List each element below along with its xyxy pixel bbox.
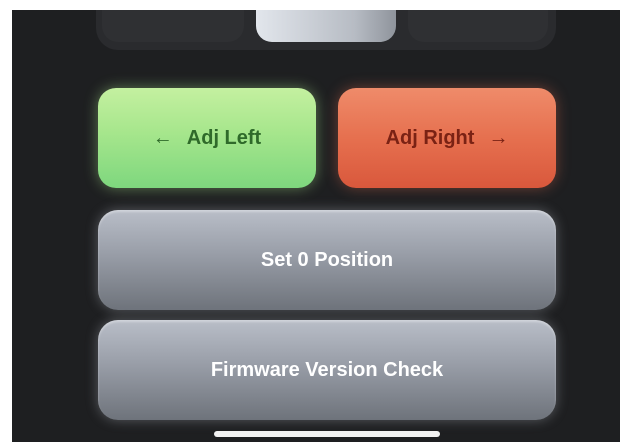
firmware-version-check-label: Firmware Version Check	[210, 358, 444, 381]
segment-option-1[interactable]	[102, 10, 244, 42]
app-screen: ← Adj Left Adj Right → Set 0 Position Fi…	[12, 10, 620, 442]
adjust-right-button[interactable]: Adj Right →	[338, 88, 556, 188]
home-indicator[interactable]	[214, 431, 440, 437]
adjust-left-label: Adj Left	[186, 126, 262, 149]
set-zero-position-button[interactable]: Set 0 Position	[98, 210, 556, 310]
adjust-right-label: Adj Right	[385, 126, 475, 149]
adjust-left-button[interactable]: ← Adj Left	[98, 88, 316, 188]
segmented-control	[96, 10, 556, 50]
set-zero-position-label: Set 0 Position	[260, 248, 394, 271]
firmware-version-check-button[interactable]: Firmware Version Check	[98, 320, 556, 420]
arrow-right-icon: →	[488, 127, 509, 149]
segment-option-2-selected[interactable]	[256, 10, 396, 42]
segment-option-3[interactable]	[408, 10, 548, 42]
arrow-left-icon: ←	[152, 127, 173, 149]
